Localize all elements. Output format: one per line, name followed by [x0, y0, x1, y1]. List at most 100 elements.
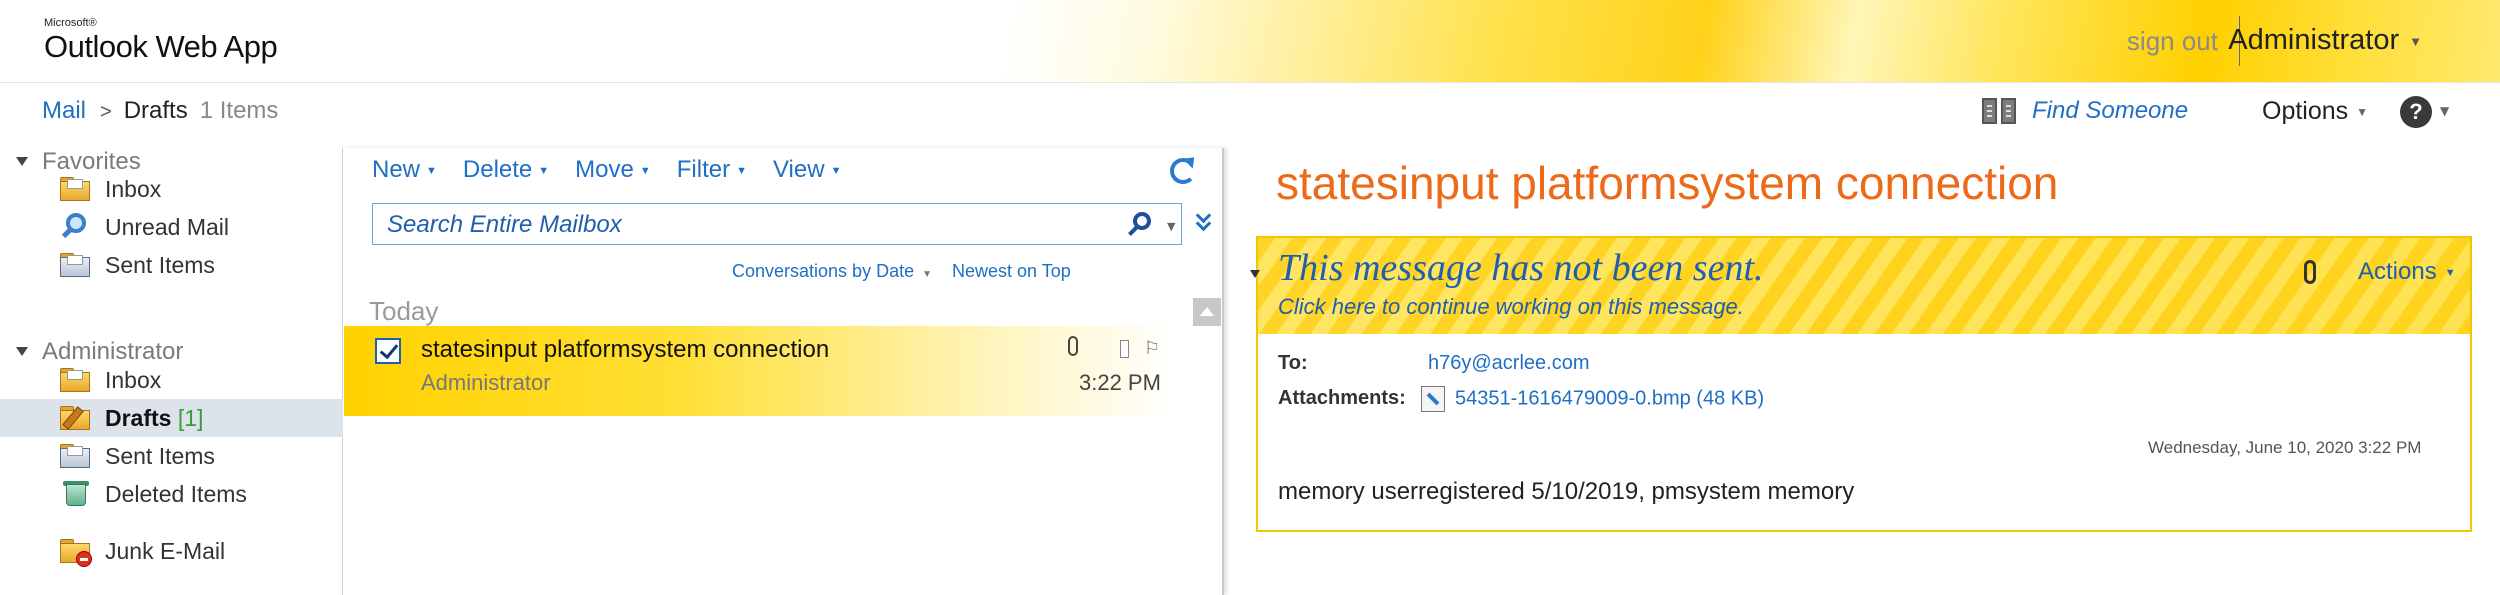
header-bar: Microsoft® Outlook Web App sign out Admi…: [0, 0, 2500, 83]
expand-search-icon[interactable]: [1196, 212, 1212, 232]
list-item[interactable]: statesinput platformsystem connection Ad…: [344, 326, 1174, 416]
sidebar-item-label: Inbox: [105, 176, 162, 202]
sign-out-link[interactable]: sign out: [2127, 26, 2218, 57]
chevron-down-icon[interactable]: ▼: [922, 269, 932, 280]
continue-editing-link[interactable]: Click here to continue working on this m…: [1278, 294, 1744, 320]
filter-button[interactable]: Filter ▼: [677, 156, 747, 184]
message-time: 3:22 PM: [1079, 370, 1161, 395]
chevron-right-icon: >: [100, 101, 112, 123]
chevron-down-icon[interactable]: ▼: [1167, 220, 1175, 233]
chevron-down-icon: ▼: [2444, 266, 2456, 279]
sidebar-item-label: Drafts [1]: [105, 405, 203, 432]
actions-label: Actions: [2358, 258, 2437, 285]
collapse-icon[interactable]: [16, 157, 28, 166]
delete-button[interactable]: Delete ▼: [463, 156, 549, 184]
scroll-up-arrow-icon[interactable]: [1193, 298, 1221, 326]
item-count: 1 Items: [199, 97, 279, 124]
message-list-pane: New ▼ Delete ▼ Move ▼ Filter ▼ View ▼ Search …: [344, 148, 1224, 595]
address-book-icon: [1982, 96, 2016, 126]
user-name: Administrator: [2228, 24, 2400, 56]
sent-items-folder-icon: [60, 251, 90, 278]
message-subject: statesinput platformsystem connection: [421, 336, 830, 363]
options-menu[interactable]: Options ▼: [2262, 97, 2368, 126]
new-label: New: [372, 156, 421, 183]
refresh-icon[interactable]: [1170, 158, 1196, 184]
chevron-down-icon: ▼: [538, 164, 550, 177]
sidebar-item-deleted-items[interactable]: Deleted Items: [0, 475, 343, 513]
attachments-label: Attachments:: [1278, 387, 1406, 410]
attachments-row: Attachments: 54351-1616479009-0.bmp (48 K…: [1278, 386, 1764, 412]
breadcrumb-mail-link[interactable]: Mail: [42, 97, 86, 124]
recipient-link[interactable]: h76y@acrlee.com: [1428, 352, 1589, 374]
inbox-folder-icon: [60, 366, 90, 393]
flag-icon[interactable]: ⚐: [1144, 338, 1160, 359]
breadcrumb-current-folder: Drafts: [123, 97, 188, 124]
attachment-icon: [1068, 336, 1078, 356]
move-label: Move: [575, 156, 634, 183]
help-icon[interactable]: ?: [2400, 96, 2432, 128]
to-row: To: h76y@acrlee.com: [1278, 352, 1589, 375]
app-logo: Microsoft® Outlook Web App: [44, 17, 278, 65]
sidebar-item-label: Deleted Items: [105, 481, 247, 507]
message-date: Wednesday, June 10, 2020 3:22 PM: [2148, 438, 2422, 457]
options-label: Options: [2262, 97, 2349, 125]
sidebar-item-label: Sent Items: [105, 252, 215, 278]
inbox-folder-icon: [60, 175, 90, 202]
message-checkbox[interactable]: [375, 338, 401, 364]
arrange-by-button[interactable]: Conversations by Date: [732, 261, 914, 281]
search-input[interactable]: Search Entire Mailbox ▼: [372, 203, 1182, 245]
collapse-icon[interactable]: [16, 347, 28, 356]
sidebar-item-fav-inbox[interactable]: Inbox: [0, 170, 343, 208]
breadcrumb: Mail > Drafts 1 Items: [42, 97, 278, 125]
search-folder-icon: [60, 213, 90, 240]
attachment-link[interactable]: 54351-1616479009-0.bmp (48 KB): [1455, 387, 1764, 409]
attachment-icon: [2304, 260, 2316, 284]
user-menu[interactable]: Administrator ▼: [2228, 24, 2422, 57]
chevron-down-icon: ▼: [426, 164, 437, 177]
chevron-down-icon: ▼: [639, 164, 651, 177]
search-placeholder: Search Entire Mailbox: [387, 211, 622, 238]
sort-order-button[interactable]: Newest on Top: [952, 261, 1071, 281]
sent-items-folder-icon: [60, 442, 90, 469]
move-button[interactable]: Move ▼: [575, 156, 651, 184]
group-header-today: Today: [369, 296, 439, 326]
logo-name: Outlook Web App: [44, 29, 278, 64]
sidebar-item-sent-items[interactable]: Sent Items: [0, 437, 343, 475]
sidebar-item-label: Sent Items: [105, 443, 215, 469]
view-button[interactable]: View ▼: [773, 156, 841, 184]
search-icon[interactable]: [1133, 212, 1151, 230]
chevron-down-icon: ▼: [736, 164, 747, 177]
recycle-bin-icon: [60, 480, 90, 507]
logo-company: Microsoft®: [44, 17, 97, 29]
sidebar-item-junk-email[interactable]: Junk E-Mail: [0, 532, 343, 570]
find-someone-button[interactable]: Find Someone: [1982, 96, 2188, 126]
sidebar-item-label: Junk E-Mail: [105, 538, 226, 564]
sidebar-item-drafts[interactable]: Drafts [1]: [0, 399, 343, 437]
chevron-down-icon[interactable]: ▼: [2440, 104, 2449, 118]
sidebar-item-inbox[interactable]: Inbox: [0, 361, 343, 399]
message-card: This message has not been sent. Click he…: [1250, 236, 2472, 532]
sidebar-item-fav-sent-items[interactable]: Sent Items: [0, 246, 343, 284]
junk-folder-icon: [60, 537, 92, 567]
category-icon[interactable]: [1120, 340, 1129, 358]
chevron-down-icon: ▼: [2409, 33, 2422, 49]
find-someone-label: Find Someone: [2032, 97, 2189, 124]
sidebar-item-label: Unread Mail: [105, 214, 229, 240]
filter-label: Filter: [676, 156, 731, 183]
chevron-down-icon: ▼: [830, 164, 842, 177]
delete-label: Delete: [462, 156, 533, 183]
sort-bar: Conversations by Date ▼ Newest on Top: [732, 261, 1071, 282]
actions-menu[interactable]: Actions ▼: [2358, 258, 2456, 286]
chevron-down-icon: ▼: [2356, 105, 2369, 120]
collapse-icon[interactable]: [1250, 270, 1260, 278]
drafts-label: Drafts: [105, 405, 172, 431]
drafts-folder-icon: [60, 404, 90, 431]
to-label: To:: [1278, 352, 1308, 374]
bitmap-file-icon: [1421, 386, 1445, 412]
list-toolbar: New ▼ Delete ▼ Move ▼ Filter ▼ View ▼: [372, 156, 867, 184]
message-sender: Administrator: [421, 370, 551, 395]
unsent-warning: This message has not been sent.: [1278, 247, 1764, 289]
new-button[interactable]: New ▼: [372, 156, 437, 184]
sidebar-item-unread-mail[interactable]: Unread Mail: [0, 208, 343, 246]
drafts-count: [1]: [177, 405, 204, 431]
